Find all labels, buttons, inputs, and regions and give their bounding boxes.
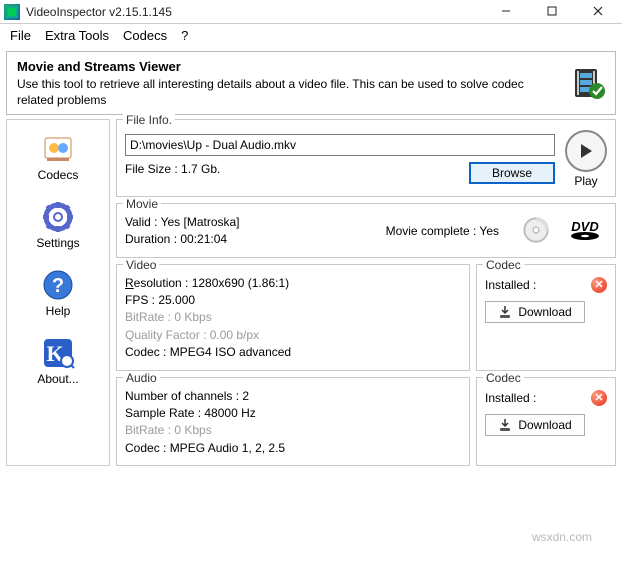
- dvd-icon[interactable]: DVD: [563, 219, 607, 244]
- sidebar-label-codecs: Codecs: [38, 168, 79, 182]
- movie-legend: Movie: [123, 197, 161, 211]
- sidebar: Codecs Settings ? Help K About...: [6, 119, 110, 466]
- svg-text:DVD: DVD: [571, 219, 599, 234]
- audio-legend: Audio: [123, 371, 160, 385]
- close-button[interactable]: [584, 5, 612, 19]
- movie-valid: Valid : Yes [Matroska]: [125, 214, 372, 231]
- audio-codec-installed-label: Installed :: [485, 391, 536, 405]
- audio-codec-group: Codec Installed : ✕ Download: [476, 377, 616, 467]
- sidebar-item-about[interactable]: K About...: [13, 332, 103, 390]
- header-title: Movie and Streams Viewer: [17, 59, 181, 74]
- audio-group: Audio Number of channels : 2 Sample Rate…: [116, 377, 470, 467]
- file-info-legend: File Info.: [123, 113, 175, 127]
- file-path-input[interactable]: [125, 134, 555, 156]
- browse-button[interactable]: Browse: [469, 162, 555, 184]
- menubar: File Extra Tools Codecs ?: [0, 24, 622, 49]
- error-icon: ✕: [591, 390, 607, 406]
- video-fps: FPS : 25.000: [125, 292, 461, 309]
- video-resolution: Resolution : 1280x690 (1.86:1): [125, 275, 461, 292]
- menu-extra-tools[interactable]: Extra Tools: [45, 28, 109, 43]
- help-icon: ?: [41, 268, 75, 302]
- movie-duration: Duration : 00:21:04: [125, 231, 372, 248]
- audio-bitrate: BitRate : 0 Kbps: [125, 422, 461, 439]
- sidebar-label-settings: Settings: [36, 236, 79, 250]
- video-codec-group: Codec Installed : ✕ Download: [476, 264, 616, 371]
- video-codec-installed-label: Installed :: [485, 278, 536, 292]
- file-size-label: File Size : 1.7 Gb.: [125, 162, 220, 176]
- window-title: VideoInspector v2.15.1.145: [26, 5, 492, 19]
- video-codec-legend: Codec: [483, 258, 524, 272]
- audio-codec: Codec : MPEG Audio 1, 2, 2.5: [125, 440, 461, 457]
- download-icon: [498, 418, 512, 432]
- menu-codecs[interactable]: Codecs: [123, 28, 167, 43]
- sidebar-item-settings[interactable]: Settings: [13, 196, 103, 254]
- codecs-icon: [41, 132, 75, 166]
- file-info-group: File Info. File Size : 1.7 Gb. Browse Pl…: [116, 119, 616, 197]
- maximize-button[interactable]: [538, 5, 566, 19]
- sidebar-label-help: Help: [46, 304, 71, 318]
- video-bitrate: BitRate : 0 Kbps: [125, 309, 461, 326]
- video-quality-factor: Quality Factor : 0.00 b/px: [125, 327, 461, 344]
- movie-complete: Movie complete : Yes: [386, 223, 499, 240]
- minimize-button[interactable]: [492, 5, 520, 19]
- sidebar-item-help[interactable]: ? Help: [13, 264, 103, 322]
- header-panel: Movie and Streams Viewer Use this tool t…: [6, 51, 616, 115]
- app-icon: [4, 4, 20, 20]
- gear-icon: [41, 200, 75, 234]
- error-icon: ✕: [591, 277, 607, 293]
- play-label: Play: [574, 174, 597, 188]
- audio-sample-rate: Sample Rate : 48000 Hz: [125, 405, 461, 422]
- film-check-icon: [573, 67, 605, 99]
- menu-help[interactable]: ?: [181, 28, 188, 43]
- svg-text:?: ?: [52, 275, 64, 297]
- play-icon: [578, 143, 594, 159]
- menu-file[interactable]: File: [10, 28, 31, 43]
- sidebar-item-codecs[interactable]: Codecs: [13, 128, 103, 186]
- audio-codec-download-button[interactable]: Download: [485, 414, 585, 436]
- video-codec-download-button[interactable]: Download: [485, 301, 585, 323]
- cd-icon[interactable]: [523, 217, 549, 246]
- audio-channels: Number of channels : 2: [125, 388, 461, 405]
- play-button[interactable]: [565, 130, 607, 172]
- header-desc: Use this tool to retrieve all interestin…: [17, 77, 524, 107]
- about-icon: K: [41, 336, 75, 370]
- sidebar-label-about: About...: [37, 372, 78, 386]
- watermark: wsxdn.com: [532, 530, 592, 544]
- titlebar: VideoInspector v2.15.1.145: [0, 0, 622, 24]
- audio-codec-legend: Codec: [483, 371, 524, 385]
- video-codec: Codec : MPEG4 ISO advanced: [125, 344, 461, 361]
- movie-group: Movie Valid : Yes [Matroska] Duration : …: [116, 203, 616, 258]
- download-icon: [498, 305, 512, 319]
- video-legend: Video: [123, 258, 159, 272]
- video-group: Video Resolution : 1280x690 (1.86:1) FPS…: [116, 264, 470, 371]
